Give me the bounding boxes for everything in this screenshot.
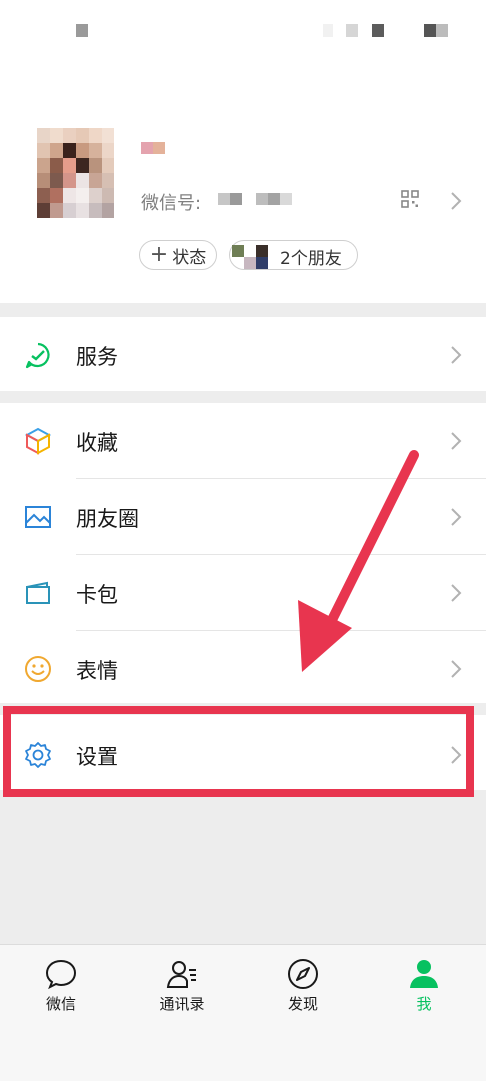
- contacts-icon: [166, 961, 196, 988]
- smiley-icon: [25, 656, 51, 682]
- status-bar-blur: [424, 24, 436, 37]
- chevron-right-icon: [451, 192, 462, 210]
- tab-me[interactable]: 我: [379, 957, 469, 1017]
- chevron-right-icon: [451, 508, 462, 526]
- chevron-right-icon: [451, 432, 462, 450]
- bottom-tab-bar: 微信 通讯录 发现 我: [0, 944, 486, 1081]
- wechat-id-label: 微信号:: [141, 193, 202, 214]
- features-group: 收藏 朋友圈 卡包 表情: [0, 403, 486, 703]
- status-button-label: 状态: [172, 247, 207, 268]
- tab-label: 我: [416, 995, 432, 1013]
- status-bar-blur: [346, 24, 358, 37]
- status-bar: [0, 0, 486, 62]
- menu-label-stickers: 表情: [76, 659, 118, 683]
- tab-label: 微信: [45, 995, 76, 1013]
- tab-discover[interactable]: 发现: [258, 957, 348, 1017]
- menu-item-favorites[interactable]: 收藏: [0, 403, 486, 478]
- friend-avatars: [230, 241, 270, 269]
- menu-item-cards[interactable]: 卡包: [0, 555, 486, 630]
- services-group: 服务: [0, 317, 486, 391]
- chevron-right-icon: [451, 346, 462, 364]
- menu-label-moments: 朋友圈: [76, 507, 139, 531]
- status-bar-blur: [372, 24, 384, 37]
- profile-header[interactable]: 微信号: + 状态 2个朋友: [0, 62, 486, 303]
- friends-status-pill[interactable]: 2个朋友: [229, 240, 358, 270]
- menu-item-services[interactable]: 服务: [0, 317, 486, 392]
- avatar[interactable]: [37, 128, 114, 218]
- tab-label: 发现: [287, 995, 318, 1013]
- menu-label-services: 服务: [76, 345, 118, 369]
- add-status-button[interactable]: + 状态: [139, 240, 217, 270]
- menu-item-stickers[interactable]: 表情: [0, 631, 486, 706]
- compass-icon: [288, 959, 318, 989]
- settings-highlight-box: [3, 706, 474, 797]
- plus-icon: +: [149, 242, 169, 267]
- status-bar-blur: [436, 24, 448, 37]
- card-wallet-icon: [26, 581, 50, 604]
- tab-chats[interactable]: 微信: [16, 957, 106, 1017]
- menu-item-moments[interactable]: 朋友圈: [0, 479, 486, 554]
- services-icon: [25, 342, 50, 369]
- tab-contacts[interactable]: 通讯录: [137, 957, 227, 1017]
- menu-label-cards: 卡包: [76, 583, 118, 607]
- status-bar-blur: [76, 24, 88, 37]
- nickname-blurred: [141, 142, 165, 154]
- chevron-right-icon: [451, 660, 462, 678]
- image-icon: [25, 506, 51, 528]
- menu-label-favorites: 收藏: [76, 431, 118, 455]
- tab-label: 通讯录: [159, 995, 205, 1013]
- cube-icon: [24, 427, 52, 455]
- chat-bubble-icon: [45, 959, 77, 990]
- friends-count-text: 2个朋友: [280, 249, 342, 269]
- status-bar-blur: [323, 24, 333, 37]
- person-icon: [410, 960, 438, 988]
- wechat-id-blurred: [218, 193, 292, 205]
- chevron-right-icon: [451, 584, 462, 602]
- qr-code-icon[interactable]: [401, 190, 419, 208]
